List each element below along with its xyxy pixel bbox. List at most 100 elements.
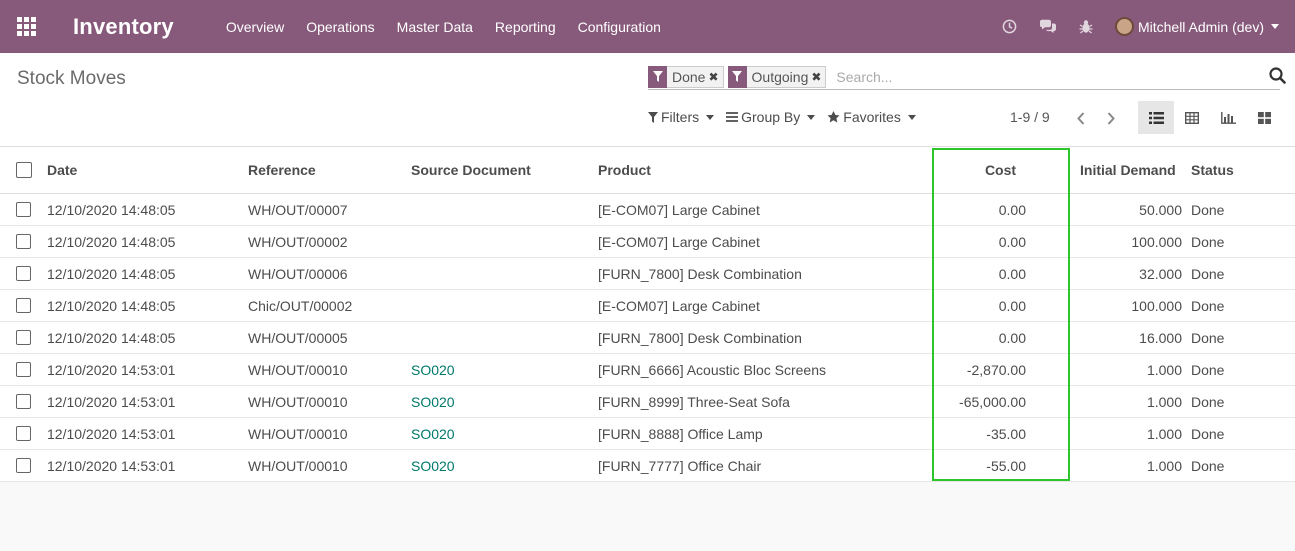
row-checkbox[interactable] (16, 266, 31, 281)
cell-status: Done (1191, 201, 1225, 218)
select-all-checkbox[interactable] (16, 162, 32, 178)
chevron-down-icon (706, 114, 715, 120)
column-header-status[interactable]: Status (1191, 162, 1234, 178)
menu-master-data[interactable]: Master Data (397, 19, 473, 35)
cell-status: Done (1191, 361, 1225, 378)
cell-status: Done (1191, 457, 1225, 474)
column-header-date[interactable]: Date (47, 162, 77, 178)
menu-configuration[interactable]: Configuration (578, 19, 661, 35)
table-row[interactable]: 12/10/2020 14:53:01 WH/OUT/00010 SO020 [… (0, 386, 1295, 418)
top-navbar: Inventory Overview Operations Master Dat… (0, 0, 1295, 53)
filter-icon (648, 65, 667, 88)
cell-product: [FURN_8888] Office Lamp (598, 425, 763, 442)
table-row[interactable]: 12/10/2020 14:48:05 Chic/OUT/00002 [E-CO… (0, 290, 1295, 322)
menu-reporting[interactable]: Reporting (495, 19, 556, 35)
cell-cost: 0.00 (998, 297, 1026, 314)
filters-dropdown-button[interactable]: Filters (648, 109, 715, 125)
apps-menu-icon[interactable] (0, 0, 52, 53)
column-header-initial-demand[interactable]: Initial Demand (1080, 162, 1176, 178)
chevron-down-icon (807, 114, 816, 120)
filter-icon (727, 65, 747, 88)
cell-initial-demand: 32.000 (1139, 265, 1182, 282)
row-checkbox[interactable] (16, 330, 31, 345)
cell-source-document-link[interactable]: SO020 (411, 458, 455, 474)
table-row[interactable]: 12/10/2020 14:53:01 WH/OUT/00010 SO020 [… (0, 354, 1295, 386)
row-checkbox[interactable] (16, 234, 31, 249)
list-view-icon[interactable] (1138, 101, 1174, 134)
user-menu[interactable]: Mitchell Admin (dev) (1114, 17, 1279, 36)
cell-source-document-link[interactable]: SO020 (411, 362, 455, 378)
chevron-down-icon (907, 114, 916, 120)
table-row[interactable]: 12/10/2020 14:53:01 WH/OUT/00010 SO020 [… (0, 450, 1295, 482)
menu-operations[interactable]: Operations (306, 19, 374, 35)
cell-reference: WH/OUT/00010 (248, 457, 348, 474)
menu-overview[interactable]: Overview (226, 19, 284, 35)
search-bar: Done ✖ Outgoing ✖ (648, 64, 1286, 90)
column-header-reference[interactable]: Reference (248, 162, 316, 178)
stock-moves-table: Date Reference Source Document Product C… (0, 147, 1295, 482)
graph-view-icon[interactable] (1210, 101, 1246, 134)
row-checkbox[interactable] (16, 298, 31, 313)
messages-chat-icon[interactable] (1029, 19, 1067, 34)
table-row[interactable]: 12/10/2020 14:48:05 WH/OUT/00006 [FURN_7… (0, 258, 1295, 290)
row-checkbox[interactable] (16, 458, 31, 473)
activity-clock-icon[interactable] (991, 19, 1029, 34)
cell-status: Done (1191, 329, 1225, 346)
cell-reference: WH/OUT/00010 (248, 361, 348, 378)
column-header-cost[interactable]: Cost (935, 162, 1066, 178)
cell-product: [FURN_6666] Acoustic Bloc Screens (598, 361, 826, 378)
cell-cost: 0.00 (998, 329, 1026, 346)
cell-initial-demand: 16.000 (1139, 329, 1182, 346)
row-checkbox[interactable] (16, 426, 31, 441)
cell-product: [E-COM07] Large Cabinet (598, 201, 760, 218)
table-row[interactable]: 12/10/2020 14:48:05 WH/OUT/00002 [E-COM0… (0, 226, 1295, 258)
remove-facet-icon[interactable]: ✖ (708, 70, 722, 84)
cell-source-document-link[interactable]: SO020 (411, 394, 455, 410)
column-header-product[interactable]: Product (598, 162, 651, 178)
cell-date: 12/10/2020 14:53:01 (47, 457, 176, 474)
cell-initial-demand: 1.000 (1146, 361, 1182, 378)
cell-reference: WH/OUT/00010 (248, 393, 348, 410)
cell-reference: WH/OUT/00010 (248, 425, 348, 442)
cell-product: [FURN_7800] Desk Combination (598, 265, 802, 282)
pager-value[interactable]: 1-9 / 9 (1010, 109, 1050, 125)
remove-facet-icon[interactable]: ✖ (811, 70, 825, 84)
cell-date: 12/10/2020 14:48:05 (47, 233, 176, 250)
table-row[interactable]: 12/10/2020 14:48:05 WH/OUT/00005 [FURN_7… (0, 322, 1295, 354)
star-icon (827, 111, 840, 123)
pivot-view-icon[interactable] (1174, 101, 1210, 134)
cell-initial-demand: 1.000 (1146, 393, 1182, 410)
cell-status: Done (1191, 233, 1225, 250)
kanban-view-icon[interactable] (1246, 101, 1282, 134)
favorites-dropdown-button[interactable]: Favorites (827, 109, 916, 125)
table-row[interactable]: 12/10/2020 14:48:05 WH/OUT/00007 [E-COM0… (0, 194, 1295, 226)
cell-date: 12/10/2020 14:53:01 (47, 425, 176, 442)
column-header-source-document[interactable]: Source Document (411, 162, 531, 178)
groupby-dropdown-button[interactable]: Group By (726, 109, 816, 125)
row-checkbox[interactable] (16, 202, 31, 217)
pager-previous-icon[interactable] (1066, 107, 1096, 129)
favorites-label: Favorites (843, 109, 901, 125)
cell-initial-demand: 100.000 (1131, 297, 1182, 314)
row-checkbox[interactable] (16, 362, 31, 377)
cell-cost: 0.00 (998, 233, 1026, 250)
row-checkbox[interactable] (16, 394, 31, 409)
table-header-row: Date Reference Source Document Product C… (0, 147, 1295, 194)
cell-reference: WH/OUT/00006 (248, 265, 348, 282)
debug-bug-icon[interactable] (1067, 19, 1105, 34)
cell-status: Done (1191, 265, 1225, 282)
cell-source-document-link[interactable]: SO020 (411, 426, 455, 442)
search-facet-outgoing: Outgoing ✖ (727, 65, 827, 88)
filters-label: Filters (661, 109, 700, 125)
table-row[interactable]: 12/10/2020 14:53:01 WH/OUT/00010 SO020 [… (0, 418, 1295, 450)
cell-cost: 0.00 (998, 265, 1026, 282)
cell-cost: -35.00 (986, 425, 1026, 442)
search-icon[interactable] (1269, 67, 1286, 87)
cell-date: 12/10/2020 14:53:01 (47, 361, 176, 378)
search-input[interactable] (836, 68, 1280, 85)
cell-status: Done (1191, 425, 1225, 442)
app-brand[interactable]: Inventory (73, 14, 174, 40)
cell-cost: 0.00 (998, 201, 1026, 218)
pager-next-icon[interactable] (1096, 107, 1126, 129)
groupby-label: Group By (741, 109, 801, 125)
